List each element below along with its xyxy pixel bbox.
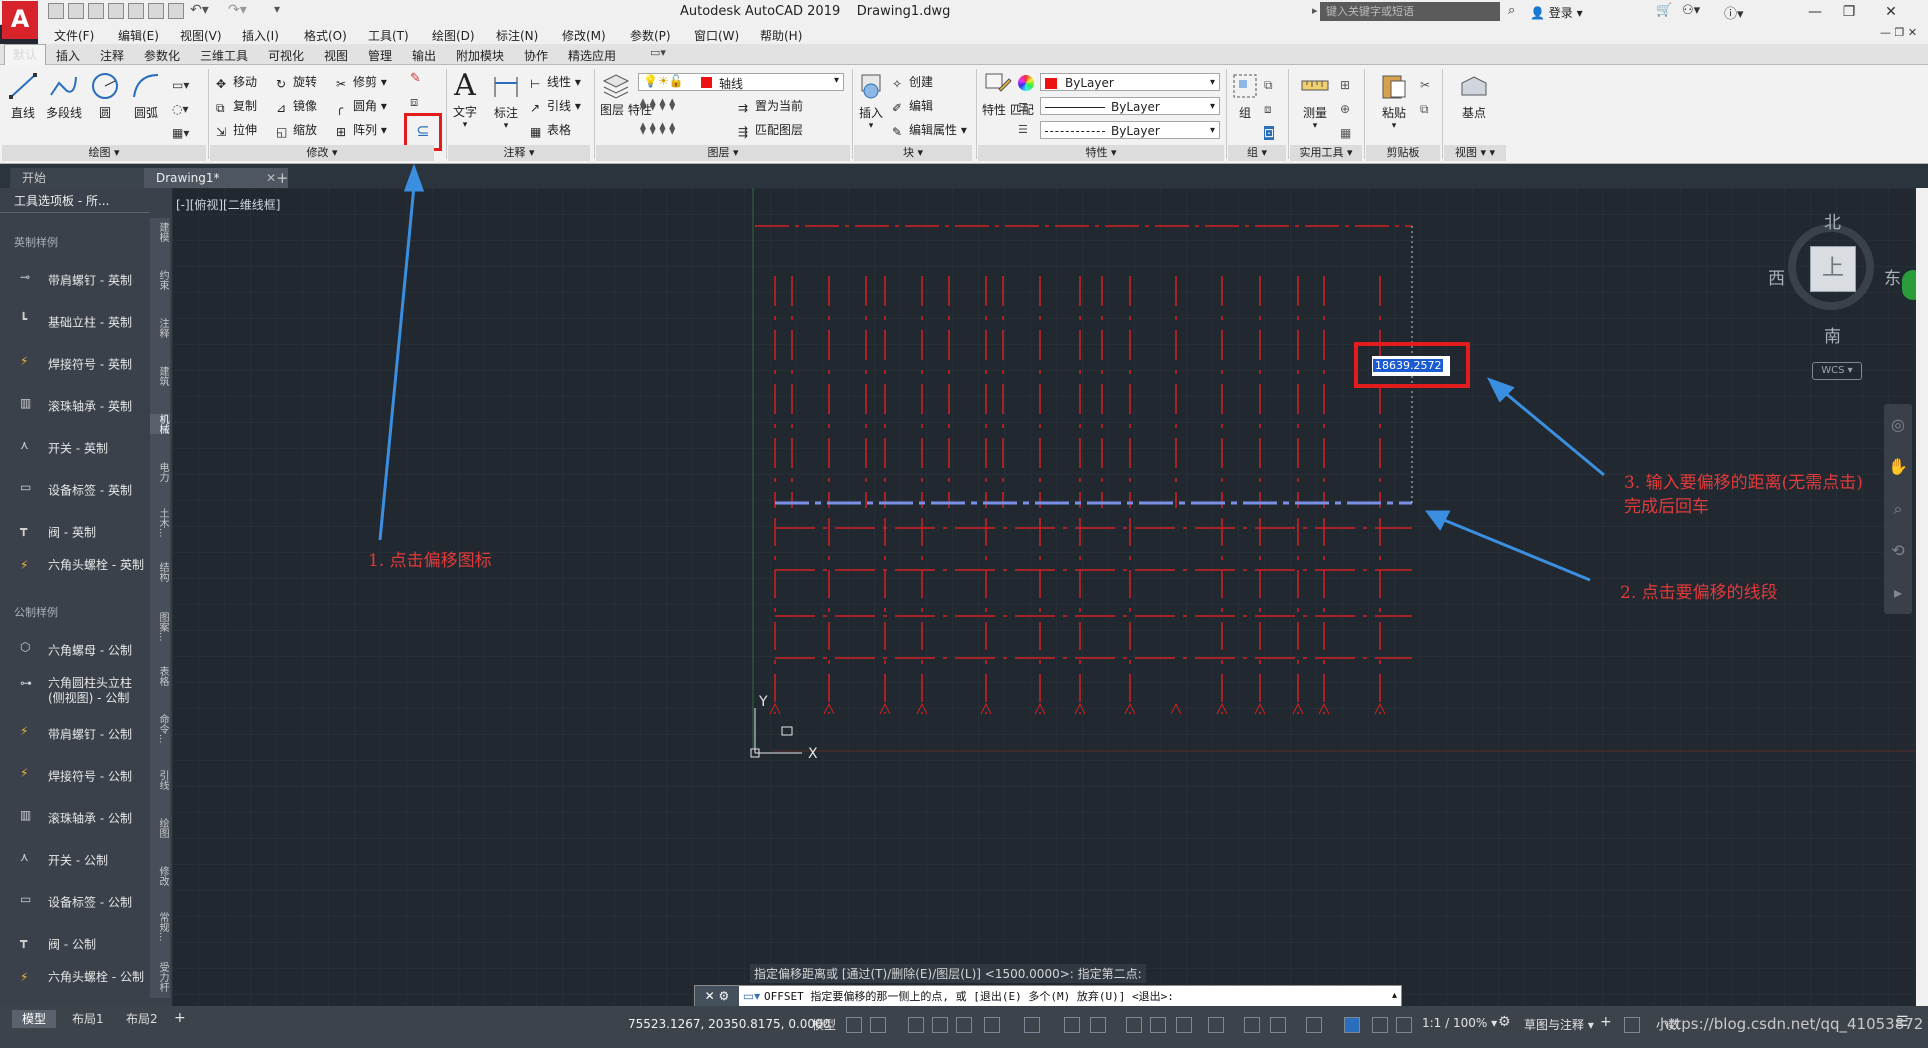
tab-model[interactable]: 模型 (12, 1010, 57, 1028)
annotation-step2: 2. 点击要偏移的线段 (1620, 583, 1778, 603)
tab-layout2[interactable]: 布局2 (116, 1010, 168, 1028)
status-bar: 模型 布局1 布局2 + 75523.1267, 20350.8175, 0.0… (0, 1006, 1928, 1048)
workspace-switcher[interactable]: 草图与注释 ▾ (1524, 1016, 1594, 1033)
ortho-icon[interactable] (956, 1017, 972, 1033)
selection-cycling-icon[interactable] (1176, 1017, 1192, 1033)
command-history: 指定偏移距离或 [通过(T)/删除(E)/图层(L)] <1500.0000>:… (750, 964, 1146, 983)
watermark: https://blog.csdn.net/qq_41053872 (1660, 1015, 1924, 1033)
annotation-arrows (378, 163, 1605, 582)
workspace-gear-icon[interactable]: ⚙ (1498, 1014, 1511, 1030)
polar-icon[interactable] (984, 1017, 1000, 1033)
grid-icon[interactable] (846, 1017, 862, 1033)
isodraft-icon[interactable] (1024, 1017, 1040, 1033)
command-prompt-icon: ▭▾ (742, 989, 761, 1003)
lineweight-toggle-icon[interactable] (1126, 1017, 1142, 1033)
command-line-buttons[interactable]: ✕ ⚙ (695, 986, 739, 1006)
add-layout-icon[interactable]: + (174, 1010, 186, 1026)
osnap-icon[interactable] (1090, 1017, 1106, 1033)
snap-icon[interactable] (870, 1017, 886, 1033)
cursor-coordinates[interactable]: 75523.1267, 20350.8175, 0.0000 (628, 1017, 830, 1031)
units-icon[interactable] (1624, 1017, 1640, 1033)
model-space-toggle[interactable]: 模型 (812, 1016, 836, 1033)
auto-scale-icon[interactable] (1372, 1017, 1388, 1033)
annotation-step1: 1. 点击偏移图标 (368, 551, 492, 571)
3d-osnap-icon[interactable] (1208, 1017, 1224, 1033)
annotation-scale[interactable]: 1:1 / 100% ▾ (1422, 1016, 1497, 1030)
annotation-visibility-icon[interactable] (1344, 1017, 1360, 1033)
dynamic-input-icon[interactable] (932, 1017, 948, 1033)
gizmo-icon[interactable] (1306, 1017, 1322, 1033)
transparency-icon[interactable] (1150, 1017, 1166, 1033)
command-line[interactable]: ✕ ⚙ ▭▾ OFFSET 指定要偏移的那一侧上的点, 或 [退出(E) 多个(… (694, 985, 1402, 1007)
selection-filter-icon[interactable] (1270, 1017, 1286, 1033)
dynamic-ucs-icon[interactable] (1244, 1017, 1260, 1033)
tab-layout1[interactable]: 布局1 (62, 1010, 114, 1028)
osnap-tracking-icon[interactable] (1064, 1017, 1080, 1033)
annotation-step3-line2: 完成后回车 (1624, 497, 1709, 517)
infer-icon[interactable] (908, 1017, 924, 1033)
annotation-scale-icon[interactable] (1396, 1017, 1412, 1033)
command-history-toggle[interactable]: ▴ (1392, 986, 1397, 1006)
annotation-monitor-icon[interactable]: + (1600, 1014, 1612, 1030)
annotation-step3: 3. 输入要偏移的距离(无需点击) (1624, 473, 1863, 493)
application-menu-button[interactable]: A (2, 1, 38, 39)
